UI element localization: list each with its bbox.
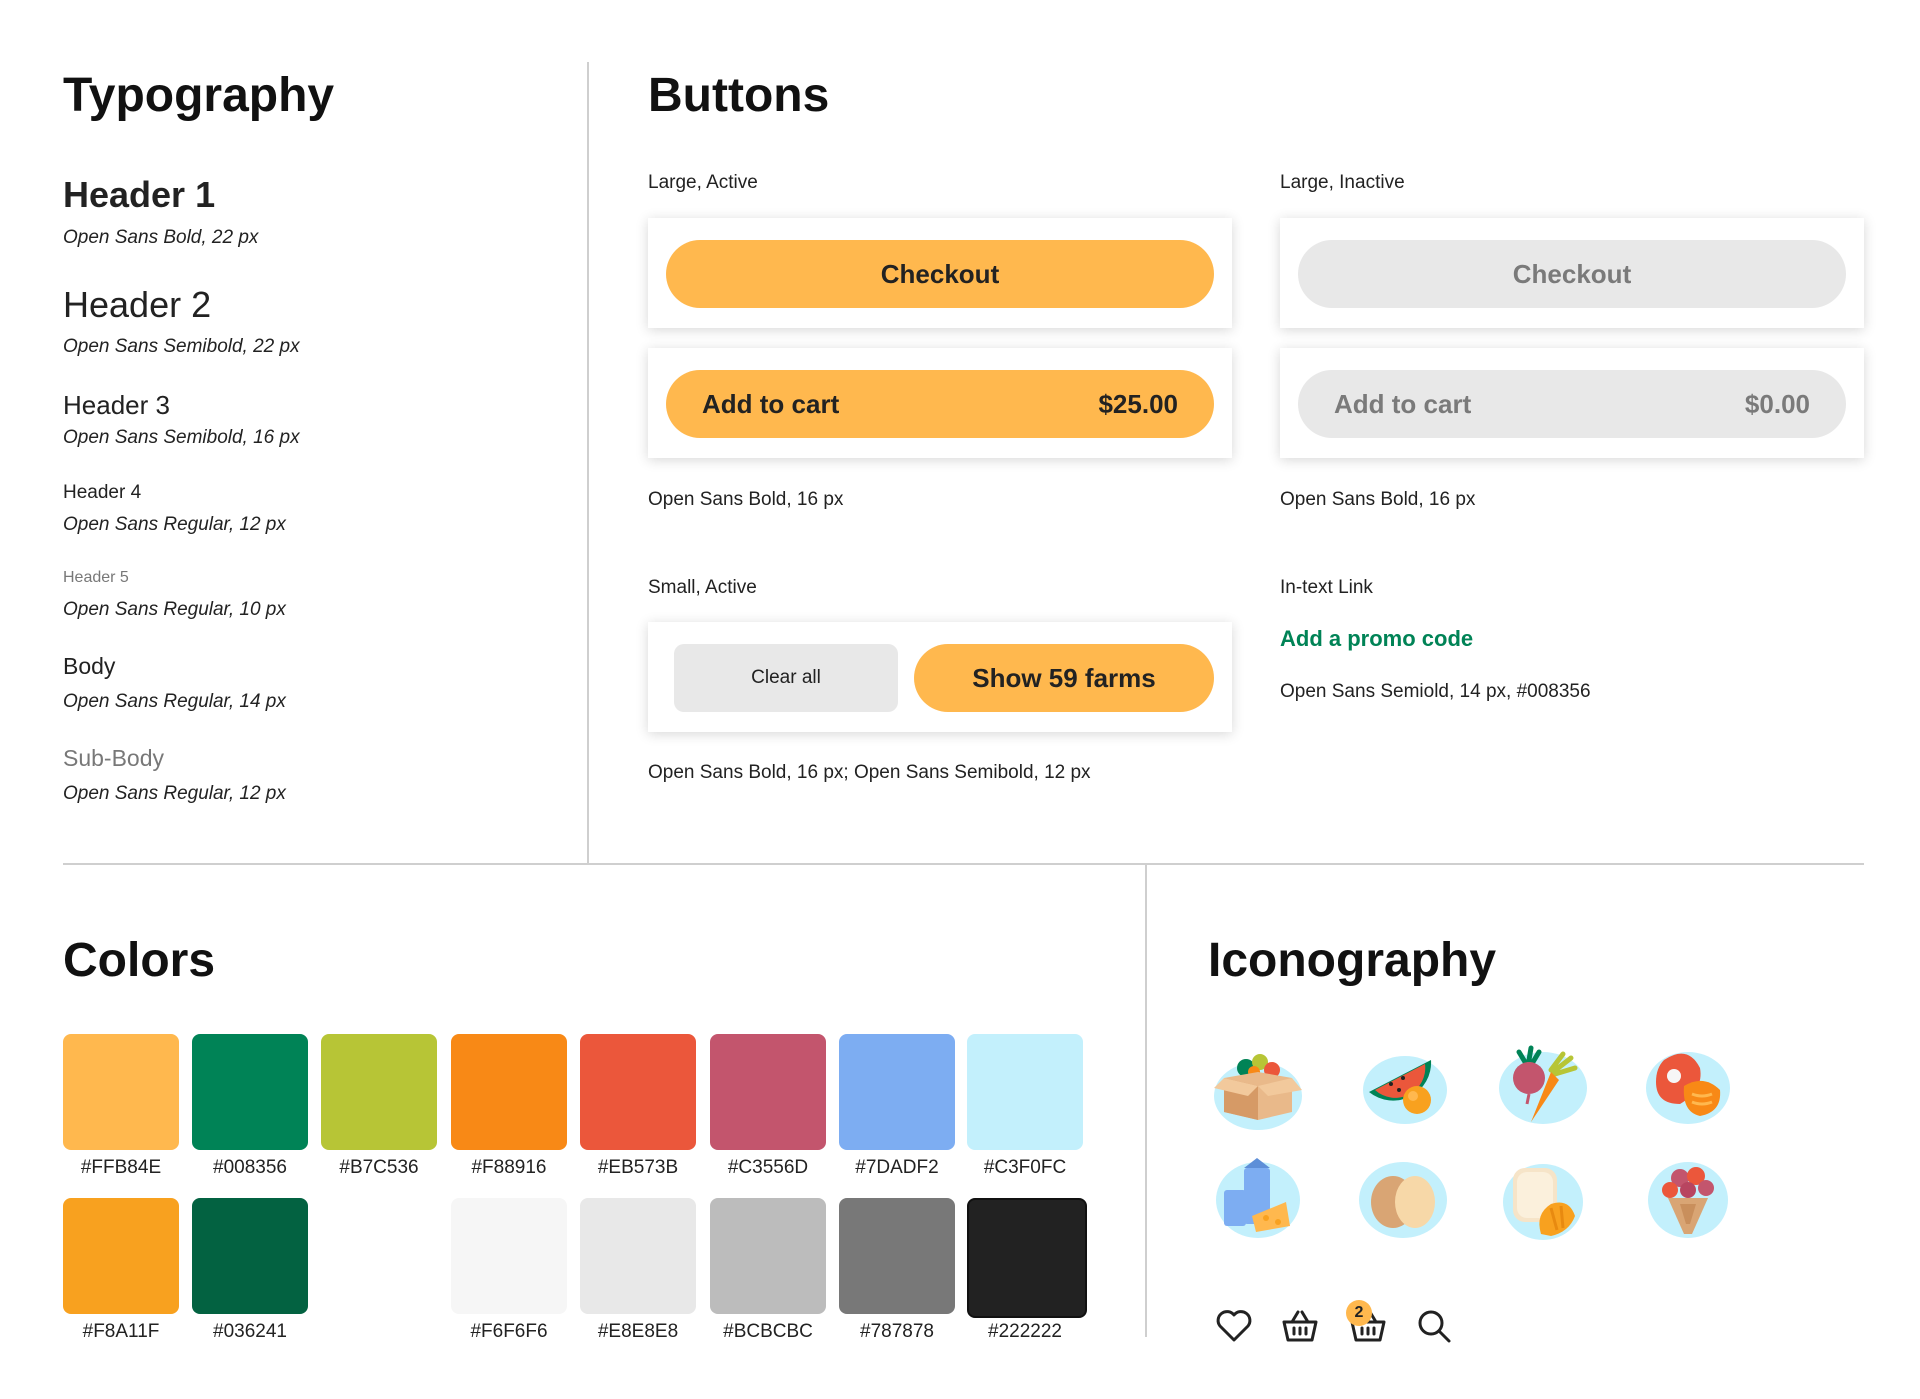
dairy-icon xyxy=(1216,1158,1300,1238)
header-2-spec: Open Sans Semibold, 22 px xyxy=(63,336,300,357)
header-5-spec: Open Sans Regular, 10 px xyxy=(63,599,286,620)
header-4-spec: Open Sans Regular, 12 px xyxy=(63,514,286,535)
swatch-ffb84e xyxy=(63,1034,179,1150)
swatch-label: #E8E8E8 xyxy=(597,1321,679,1342)
large-active-cart-card: Add to cart $25.00 xyxy=(648,348,1232,458)
swatch-label: #787878 xyxy=(860,1321,934,1342)
add-to-cart-button-disabled[interactable]: Add to cart $0.00 xyxy=(1298,370,1846,438)
swatch-label: #C3556D xyxy=(727,1157,809,1178)
swatch-label: #008356 xyxy=(213,1157,287,1178)
add-to-cart-button[interactable]: Add to cart $25.00 xyxy=(666,370,1214,438)
colors-divider xyxy=(1145,865,1147,1337)
add-to-cart-label: Add to cart xyxy=(702,388,840,419)
add-to-cart-price: $25.00 xyxy=(1098,388,1178,419)
large-active-label: Large, Active xyxy=(648,172,758,193)
swatch-label: #B7C536 xyxy=(339,1157,419,1178)
basket-icon[interactable] xyxy=(1280,1306,1320,1346)
swatch-e8e8e8 xyxy=(580,1198,696,1314)
large-active-checkout-card: Checkout xyxy=(648,218,1232,328)
add-to-cart-disabled-price: $0.00 xyxy=(1744,388,1810,419)
swatch-eb573b xyxy=(580,1034,696,1150)
header-3-sample: Header 3 xyxy=(63,390,170,420)
bakery-icon xyxy=(1503,1164,1583,1240)
eggs-icon xyxy=(1359,1162,1447,1238)
header-1-sample: Header 1 xyxy=(63,174,216,215)
fruit-icon xyxy=(1363,1056,1447,1124)
show-farms-button[interactable]: Show 59 farms xyxy=(914,644,1214,712)
header-1-spec: Open Sans Bold, 22 px xyxy=(63,227,259,248)
large-active-spec: Open Sans Bold, 16 px xyxy=(648,489,844,510)
header-3-spec: Open Sans Semibold, 16 px xyxy=(63,427,300,448)
typography-divider xyxy=(587,62,589,864)
add-to-cart-disabled-label: Add to cart xyxy=(1334,388,1472,419)
swatch-label: #F8A11F xyxy=(82,1321,160,1342)
meat-fish-icon xyxy=(1646,1052,1730,1124)
swatch-787878 xyxy=(839,1198,955,1314)
colors-title: Colors xyxy=(63,934,216,987)
swatch-bcbcbc xyxy=(710,1198,826,1314)
large-inactive-spec: Open Sans Bold, 16 px xyxy=(1280,489,1476,510)
basket-count-badge: 2 xyxy=(1346,1300,1372,1326)
swatch-222222 xyxy=(967,1198,1087,1318)
promo-code-link[interactable]: Add a promo code xyxy=(1280,628,1473,650)
swatch-7dadf2 xyxy=(839,1034,955,1150)
sub-body-spec: Open Sans Regular, 12 px xyxy=(63,783,286,804)
large-inactive-label: Large, Inactive xyxy=(1280,172,1405,193)
swatch-label: #F88916 xyxy=(471,1157,547,1178)
small-active-card: Clear all Show 59 farms xyxy=(648,622,1232,732)
large-inactive-checkout-card: Checkout xyxy=(1280,218,1864,328)
swatch-f6f6f6 xyxy=(451,1198,567,1314)
swatch-label: #C3F0FC xyxy=(983,1157,1067,1178)
body-sample: Body xyxy=(63,653,116,679)
swatch-label: #036241 xyxy=(213,1321,287,1342)
swatch-f88916 xyxy=(451,1034,567,1150)
swatch-label: #222222 xyxy=(988,1321,1062,1342)
swatch-label: #7DADF2 xyxy=(855,1157,939,1178)
swatch-label: #F6F6F6 xyxy=(470,1321,548,1342)
swatch-c3f0fc xyxy=(967,1034,1083,1150)
heart-icon[interactable] xyxy=(1214,1306,1254,1346)
clear-all-button[interactable]: Clear all xyxy=(674,644,898,712)
checkout-button[interactable]: Checkout xyxy=(666,240,1214,308)
produce-box-icon xyxy=(1214,1054,1302,1130)
header-2-sample: Header 2 xyxy=(63,284,212,325)
swatch-label: #FFB84E xyxy=(80,1157,162,1178)
iconography-title: Iconography xyxy=(1208,934,1497,987)
section-divider xyxy=(63,863,1864,865)
swatch-c3556d xyxy=(710,1034,826,1150)
swatch-b7c536 xyxy=(321,1034,437,1150)
flowers-icon xyxy=(1648,1162,1728,1238)
typography-title: Typography xyxy=(63,69,335,122)
buttons-title: Buttons xyxy=(648,69,830,122)
header-5-sample: Header 5 xyxy=(63,569,129,586)
in-text-link-label: In-text Link xyxy=(1280,577,1373,598)
checkout-button-disabled[interactable]: Checkout xyxy=(1298,240,1846,308)
swatch-label: #BCBCBC xyxy=(723,1321,813,1342)
body-spec: Open Sans Regular, 14 px xyxy=(63,691,286,712)
swatch-label: #EB573B xyxy=(597,1157,679,1178)
swatch-008356 xyxy=(192,1034,308,1150)
sub-body-sample: Sub-Body xyxy=(63,745,165,771)
vegetable-icon xyxy=(1499,1045,1587,1124)
small-active-label: Small, Active xyxy=(648,577,757,598)
swatch-036241 xyxy=(192,1198,308,1314)
swatch-f8a11f xyxy=(63,1198,179,1314)
small-active-spec: Open Sans Bold, 16 px; Open Sans Semibol… xyxy=(648,762,1091,783)
search-icon[interactable] xyxy=(1414,1306,1454,1346)
large-inactive-cart-card: Add to cart $0.00 xyxy=(1280,348,1864,458)
header-4-sample: Header 4 xyxy=(63,482,142,503)
in-text-link-spec: Open Sans Semiold, 14 px, #008356 xyxy=(1280,681,1591,702)
basket-with-count-icon[interactable]: 2 xyxy=(1346,1300,1394,1346)
